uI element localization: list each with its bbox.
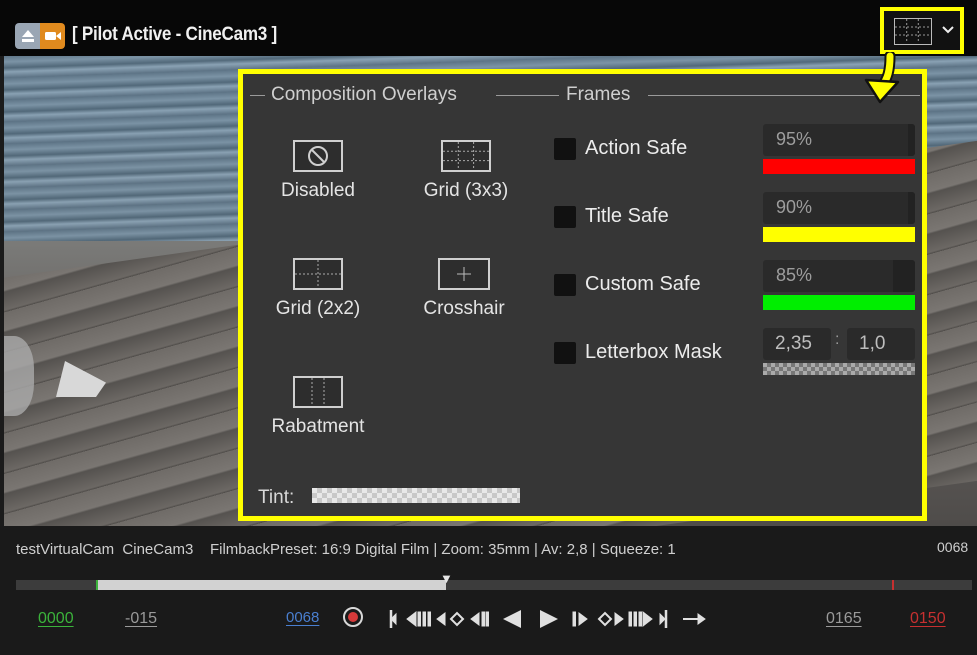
grid-3x3-icon xyxy=(441,140,491,172)
value-text: 95% xyxy=(776,129,813,149)
title-safe-color-swatch[interactable] xyxy=(763,227,915,242)
ratio-separator: : xyxy=(835,331,840,348)
previous-key-icon[interactable] xyxy=(406,610,431,628)
value-text: 85% xyxy=(776,265,813,285)
next-key-icon[interactable] xyxy=(628,610,653,628)
timeline-panel: testVirtualCam CineCam3 FilmbackPreset: … xyxy=(0,526,977,655)
playhead-icon[interactable]: ▼ xyxy=(440,571,453,586)
frame-row-custom-safe: Custom Safe 85% xyxy=(554,260,915,334)
current-frame-input[interactable]: 0068 xyxy=(286,609,319,626)
composition-overlay-dropdown-button[interactable] xyxy=(880,7,964,54)
pre-roll-frame[interactable]: -015 xyxy=(125,610,157,628)
post-roll-frame[interactable]: 0165 xyxy=(826,610,862,628)
jump-to-start-icon[interactable] xyxy=(389,610,397,628)
frames-section-title: Frames xyxy=(566,84,631,105)
rabatment-icon xyxy=(293,376,343,408)
title-safe-checkbox[interactable] xyxy=(554,206,576,228)
disabled-icon xyxy=(293,140,343,172)
composition-section-title: Composition Overlays xyxy=(271,84,457,105)
end-marker xyxy=(892,580,894,590)
grid-icon xyxy=(894,18,932,45)
frame-label: Letterbox Mask xyxy=(585,341,722,363)
letterbox-ratio-a-input[interactable]: 2,35 xyxy=(763,328,831,360)
timeline-scrubber[interactable]: ▼ xyxy=(16,571,972,590)
overlay-option-rabatment[interactable]: Rabatment xyxy=(243,376,393,438)
overlay-option-grid-3x3[interactable]: Grid (3x3) xyxy=(391,140,541,202)
frame-label: Title Safe xyxy=(585,205,669,227)
letterbox-ratio-b-input[interactable]: 1,0 xyxy=(847,328,915,360)
pilot-title: [ Pilot Active - CineCam3 ] xyxy=(72,24,277,45)
pilot-camera-icon[interactable] xyxy=(15,23,65,49)
camera-info-text: testVirtualCam CineCam3 FilmbackPreset: … xyxy=(16,541,676,558)
slider-handle[interactable] xyxy=(893,260,915,292)
frame-row-action-safe: Action Safe 95% xyxy=(554,124,915,198)
letterbox-color-swatch[interactable] xyxy=(763,363,915,375)
custom-safe-checkbox[interactable] xyxy=(554,274,576,296)
action-safe-color-swatch[interactable] xyxy=(763,159,915,174)
overlay-option-disabled[interactable]: Disabled xyxy=(243,140,393,202)
crosshair-icon xyxy=(438,258,490,290)
slider-handle[interactable] xyxy=(908,192,915,224)
overlay-option-crosshair[interactable]: Crosshair xyxy=(389,258,539,320)
composition-overlays-panel: Composition Overlays Frames Disabled Gri… xyxy=(238,69,927,521)
play-forward-icon[interactable] xyxy=(540,610,558,628)
overlay-option-label: Grid (3x3) xyxy=(423,180,509,201)
record-button[interactable] xyxy=(343,607,363,627)
action-safe-value-input[interactable]: 95% xyxy=(763,124,915,156)
end-frame[interactable]: 0150 xyxy=(910,610,946,628)
grid-2x2-icon xyxy=(293,258,343,290)
tint-color-swatch[interactable] xyxy=(312,488,520,503)
value-text: 90% xyxy=(776,197,813,217)
overlay-option-label: Crosshair xyxy=(423,298,505,319)
frame-row-title-safe: Title Safe 90% xyxy=(554,192,915,266)
title-bar: [ Pilot Active - CineCam3 ] xyxy=(0,0,977,56)
overlay-option-label: Rabatment xyxy=(271,416,365,437)
previous-keyframe-icon[interactable] xyxy=(436,611,465,627)
custom-safe-value-input[interactable]: 85% xyxy=(763,260,915,292)
section-divider xyxy=(250,95,265,96)
overlay-option-grid-2x2[interactable]: Grid (2x2) xyxy=(243,258,393,320)
scene-object xyxy=(4,336,34,416)
jump-to-end-icon[interactable] xyxy=(659,610,668,628)
start-frame[interactable]: 0000 xyxy=(38,610,74,628)
custom-safe-color-swatch[interactable] xyxy=(763,295,915,310)
frame-label: Action Safe xyxy=(585,137,688,159)
frame-label: Custom Safe xyxy=(585,273,701,295)
slider-handle[interactable] xyxy=(908,124,915,156)
transport-controls xyxy=(389,610,706,628)
action-safe-checkbox[interactable] xyxy=(554,138,576,160)
play-reverse-icon[interactable] xyxy=(503,610,521,628)
overlay-option-label: Disabled xyxy=(281,180,355,201)
step-forward-icon[interactable] xyxy=(572,611,588,627)
tint-label: Tint: xyxy=(258,487,295,508)
step-back-icon[interactable] xyxy=(470,611,489,627)
letterbox-mask-checkbox[interactable] xyxy=(554,342,576,364)
section-divider xyxy=(496,95,559,96)
start-marker xyxy=(96,580,98,590)
timeline-played-range xyxy=(97,580,446,590)
overlay-option-label: Grid (2x2) xyxy=(275,298,361,319)
callout-arrow-icon xyxy=(864,52,900,104)
current-frame-readout: 0068 xyxy=(937,539,969,555)
next-keyframe-icon[interactable] xyxy=(597,611,624,627)
title-safe-value-input[interactable]: 90% xyxy=(763,192,915,224)
loop-arrow-icon[interactable] xyxy=(683,613,706,625)
chevron-down-icon xyxy=(942,22,954,38)
frame-row-letterbox: Letterbox Mask 2,35 : 1,0 xyxy=(554,328,915,402)
